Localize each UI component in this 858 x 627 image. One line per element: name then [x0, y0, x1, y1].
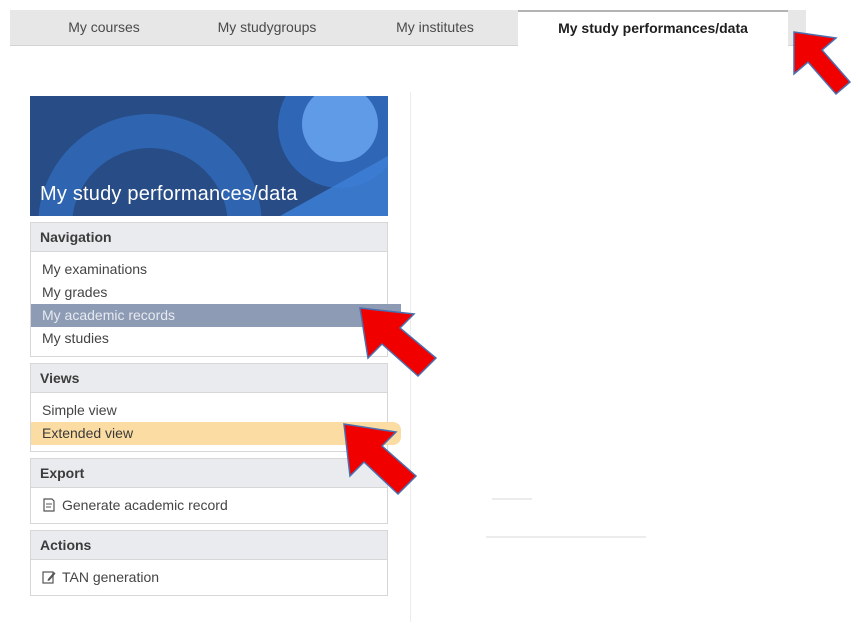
faint-placeholder [486, 536, 646, 538]
tab-my-courses[interactable]: My courses [40, 10, 168, 45]
actions-heading: Actions [31, 531, 387, 560]
nav-item-my-examinations[interactable]: My examinations [31, 258, 387, 281]
export-heading: Export [31, 459, 387, 488]
generate-academic-record-link[interactable]: Generate academic record [31, 494, 387, 517]
faint-placeholder [492, 498, 532, 500]
tan-generation-link[interactable]: TAN generation [31, 566, 387, 589]
tab-my-studygroups[interactable]: My studygroups [188, 10, 346, 45]
main-tab-bar: My courses My studygroups My institutes … [10, 10, 806, 46]
views-block: Views Simple view Extended view [30, 363, 401, 452]
document-icon [42, 496, 56, 512]
tab-my-study-performances[interactable]: My study performances/data [518, 10, 788, 46]
annotation-arrow-icon [793, 31, 852, 96]
edit-icon [42, 568, 56, 584]
tab-my-institutes[interactable]: My institutes [366, 10, 504, 45]
banner-title: My study performances/data [40, 183, 298, 205]
view-item-simple[interactable]: Simple view [31, 399, 387, 422]
export-block: Export Generate academic record [30, 458, 388, 524]
navigation-block: Navigation My examinations My grades My … [30, 222, 401, 357]
views-heading: Views [31, 364, 387, 393]
nav-item-my-academic-records[interactable]: My academic records [31, 304, 401, 327]
annotation-arrow-icon [359, 307, 438, 378]
sidebar: My study performances/data Navigation My… [30, 96, 401, 596]
nav-item-my-studies[interactable]: My studies [31, 327, 387, 350]
tan-generation-label: TAN generation [62, 569, 160, 585]
actions-block: Actions TAN generation [30, 530, 388, 596]
navigation-heading: Navigation [31, 223, 387, 252]
nav-item-my-grades[interactable]: My grades [31, 281, 387, 304]
sidebar-banner: My study performances/data [30, 96, 388, 216]
annotation-arrow-icon [343, 423, 418, 496]
generate-academic-record-label: Generate academic record [62, 497, 228, 513]
